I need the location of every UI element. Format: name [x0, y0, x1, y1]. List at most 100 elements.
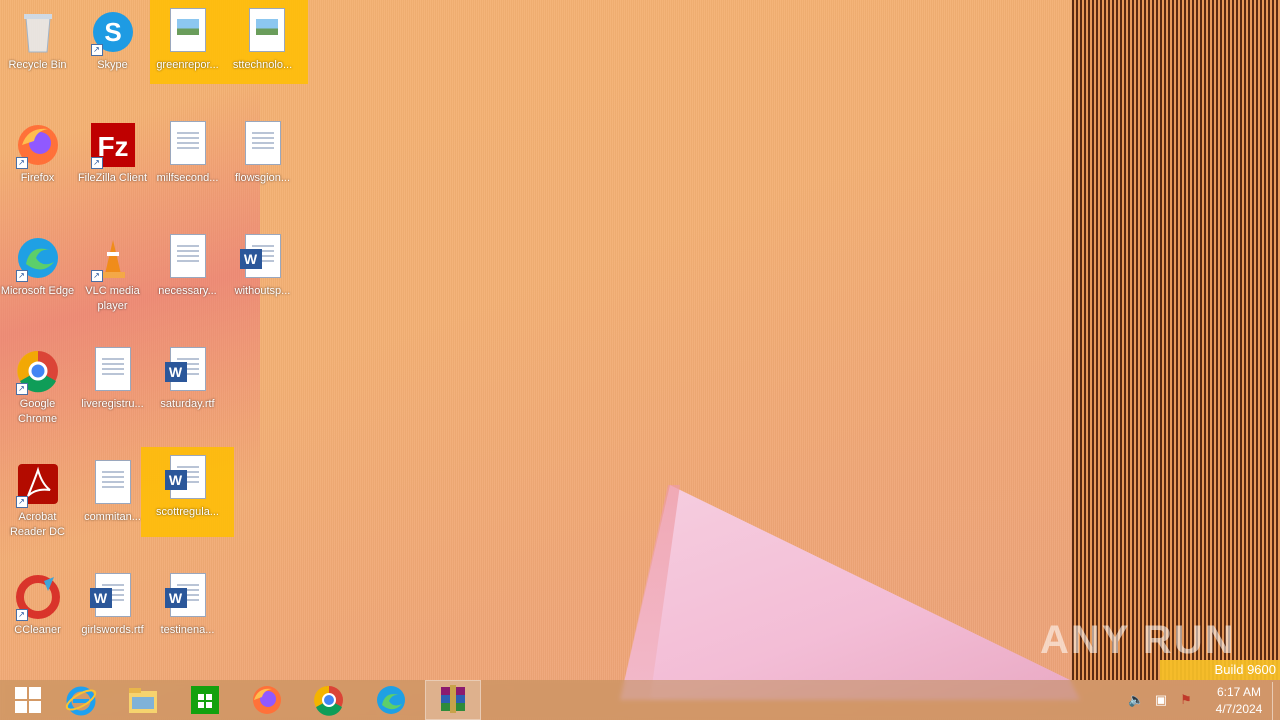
winrar-icon — [441, 685, 465, 713]
desktop-icon-skype[interactable]: S ↗ Skype — [75, 0, 150, 112]
action-center-flag-icon[interactable]: ⚑ — [1178, 692, 1194, 708]
desktop-icon-recycle-bin[interactable]: Recycle Bin — [0, 0, 75, 112]
desktop-icon-file[interactable]: necessary... — [150, 226, 225, 338]
taskbar-winrar[interactable] — [425, 680, 481, 720]
clock-time[interactable]: 6:17 AM — [1214, 685, 1264, 699]
document-page — [244, 121, 281, 165]
taskbar-chrome[interactable] — [301, 680, 357, 720]
volume-icon[interactable]: 🔈 — [1128, 692, 1144, 708]
taskbar-edge[interactable] — [363, 680, 419, 720]
recycle-bin-icon — [14, 8, 62, 56]
shortcut-arrow-icon: ↗ — [90, 44, 103, 56]
edge-icon — [377, 686, 405, 714]
image-file-icon — [164, 8, 212, 56]
shortcut-arrow-icon: ↗ — [15, 270, 28, 282]
shortcut-arrow-icon: ↗ — [15, 496, 28, 508]
document-page: W — [164, 455, 206, 499]
icon-label: testinena... — [160, 624, 215, 636]
document-page — [248, 8, 285, 52]
icon-label: withoutsp... — [234, 285, 291, 297]
word-document-icon: W — [239, 234, 287, 282]
skype-icon: S ↗ — [89, 8, 137, 56]
word-document-icon: W — [164, 455, 212, 503]
icon-label: Skype — [97, 59, 128, 71]
icon-label: greenrepor... — [156, 59, 219, 71]
anyrun-watermark: ANY RUN — [1040, 618, 1236, 662]
icon-label: scottregula... — [156, 506, 219, 518]
desktop-icon-file[interactable]: W withoutsp... — [225, 226, 300, 338]
start-button[interactable] — [0, 680, 56, 720]
shortcut-arrow-icon: ↗ — [90, 157, 103, 169]
shortcut-arrow-icon: ↗ — [15, 383, 28, 395]
desktop-icon-file[interactable]: W saturday.rtf — [150, 339, 225, 451]
desktop-icon-file[interactable]: W scottregula... — [141, 447, 234, 537]
desktop-icon-file[interactable]: sttechnolo... — [225, 0, 308, 84]
desktop-icon-filezilla[interactable]: Fz ↗ FileZilla Client — [75, 113, 150, 225]
icon-label: sttechnolo... — [232, 59, 293, 71]
store-icon — [191, 686, 219, 714]
document-page — [169, 121, 206, 165]
folder-icon — [129, 688, 157, 713]
document-icon — [164, 234, 212, 282]
icon-label: saturday.rtf — [160, 398, 215, 410]
desktop-icon-file[interactable]: W girlswords.rtf — [75, 565, 150, 677]
word-document-icon: W — [164, 347, 212, 395]
document-page: W — [89, 573, 131, 617]
wallpaper-stripe-band — [1072, 0, 1280, 680]
document-icon — [89, 347, 137, 395]
icon-label: Firefox — [20, 172, 55, 184]
image-file-icon — [243, 8, 291, 56]
desktop-icon-file[interactable]: W testinena... — [150, 565, 225, 677]
taskbar — [0, 680, 1280, 720]
icon-label: girlswords.rtf — [81, 624, 144, 636]
icon-label: necessary... — [158, 285, 217, 297]
taskbar-store[interactable] — [177, 680, 233, 720]
taskbar-firefox[interactable] — [239, 680, 295, 720]
desktop-icon-ccleaner[interactable]: ↗ CCleaner — [0, 565, 75, 677]
acrobat-icon: ↗ — [14, 460, 62, 508]
document-page: W — [164, 573, 206, 617]
icon-label: Microsoft Edge — [0, 285, 75, 297]
document-page — [169, 234, 206, 278]
desktop-icon-file[interactable]: flowsgion... — [225, 113, 300, 225]
filezilla-icon: Fz ↗ — [89, 121, 137, 169]
svg-text:S: S — [104, 17, 121, 47]
internet-explorer-icon — [65, 686, 97, 716]
edge-icon: ↗ — [14, 234, 62, 282]
desktop-icon-vlc[interactable]: ↗ VLC media player — [75, 226, 150, 338]
ccleaner-icon: ↗ — [14, 573, 62, 621]
icon-label: CCleaner — [14, 624, 61, 636]
desktop-icon-file[interactable]: milfsecond... — [150, 113, 225, 225]
icon-label: Acrobat Reader DC — [9, 511, 66, 538]
icon-label: VLC media player — [85, 285, 140, 312]
document-page: W — [239, 234, 281, 278]
document-page — [169, 8, 206, 52]
taskbar-file-explorer[interactable] — [115, 680, 171, 720]
icon-label: FileZilla Client — [77, 172, 148, 184]
firefox-icon — [253, 686, 281, 714]
word-document-icon: W — [164, 573, 212, 621]
taskbar-internet-explorer[interactable] — [53, 680, 109, 720]
document-page — [94, 347, 131, 391]
desktop-icon-file[interactable]: liveregistru... — [75, 339, 150, 451]
icon-label: flowsgion... — [234, 172, 291, 184]
shortcut-arrow-icon: ↗ — [90, 270, 103, 282]
vlc-icon: ↗ — [89, 234, 137, 282]
document-icon — [164, 121, 212, 169]
shortcut-arrow-icon: ↗ — [15, 609, 28, 621]
show-desktop-button[interactable] — [1272, 682, 1280, 720]
desktop-icon-google-chrome[interactable]: ↗ Google Chrome — [0, 339, 75, 451]
desktop-icon-file[interactable]: greenrepor... — [150, 0, 225, 84]
word-document-icon: W — [89, 573, 137, 621]
document-icon — [89, 460, 137, 508]
desktop-icon-acrobat-reader[interactable]: ↗ Acrobat Reader DC — [0, 452, 75, 564]
windows-logo-icon — [15, 687, 41, 713]
desktop-icon-file[interactable]: commitan... — [75, 452, 150, 564]
document-page — [94, 460, 131, 504]
document-icon — [239, 121, 287, 169]
desktop-icon-microsoft-edge[interactable]: ↗ Microsoft Edge — [0, 226, 75, 338]
clock-date[interactable]: 4/7/2024 — [1210, 702, 1268, 716]
desktop-icon-firefox[interactable]: ↗ Firefox — [0, 113, 75, 225]
network-icon[interactable]: ▣ — [1153, 692, 1169, 708]
chrome-icon: ↗ — [14, 347, 62, 395]
